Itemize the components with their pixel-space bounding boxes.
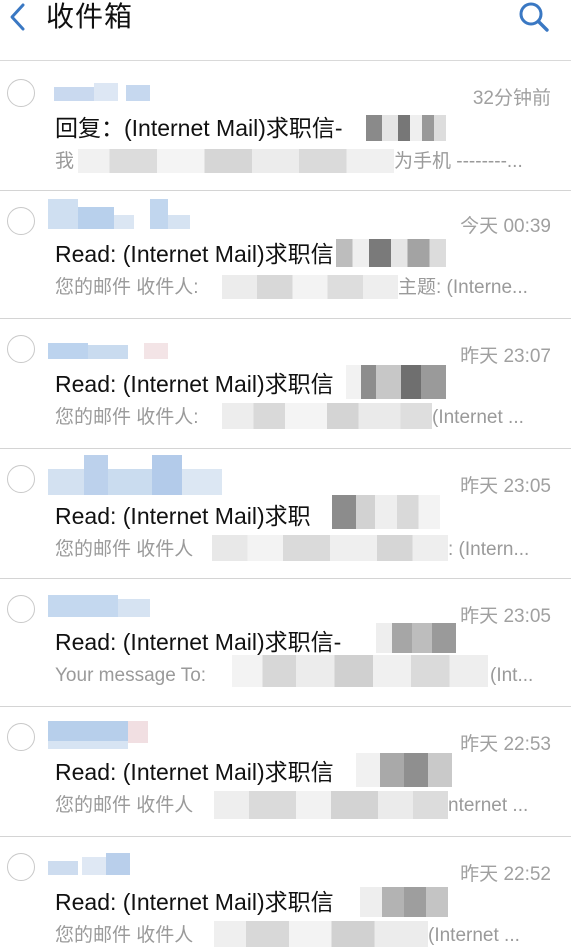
redaction-pixels — [360, 887, 448, 917]
email-time: 昨天 23:05 — [460, 606, 551, 627]
email-preview: 您的邮件 收件人 — [55, 539, 194, 560]
email-preview-tail: 主题: (Interne... — [398, 277, 528, 298]
redaction-pixels — [346, 365, 446, 399]
select-circle[interactable] — [7, 335, 35, 363]
redaction-pixels — [232, 655, 488, 687]
email-time: 昨天 23:07 — [460, 346, 551, 367]
email-subject: Read: (Internet Mail)求职信 — [55, 371, 334, 397]
redaction-pixels — [366, 115, 446, 141]
email-row[interactable]: 昨天 22:52 Read: (Internet Mail)求职信 您的邮件 收… — [0, 837, 571, 948]
email-time: 昨天 22:52 — [460, 864, 551, 885]
sender-name-redacted — [48, 595, 158, 621]
back-button[interactable] — [4, 0, 34, 36]
email-preview: 您的邮件 收件人: — [55, 277, 199, 298]
redaction-pixels — [222, 275, 398, 299]
select-circle[interactable] — [7, 465, 35, 493]
email-subject: Read: (Internet Mail)求职信- — [55, 629, 342, 655]
sender-name-redacted — [48, 853, 158, 877]
email-preview: Your message To: — [55, 665, 207, 686]
redaction-pixels — [356, 753, 452, 787]
search-button[interactable] — [517, 0, 551, 34]
chevron-left-icon — [10, 3, 25, 31]
select-circle[interactable] — [7, 79, 35, 107]
email-preview-tail: : (Intern... — [448, 539, 530, 560]
redaction-pixels — [336, 239, 446, 267]
email-time: 昨天 23:05 — [460, 476, 551, 497]
email-row[interactable]: 昨天 23:05 Read: (Internet Mail)求职 您的邮件 收件… — [0, 449, 571, 579]
sender-name-redacted — [48, 199, 198, 229]
select-circle[interactable] — [7, 853, 35, 881]
sender-name-redacted — [48, 721, 158, 751]
email-preview: 我 — [55, 151, 75, 172]
redaction-pixels — [376, 623, 456, 653]
email-subject: 回复：(Internet Mail)求职信- — [55, 115, 343, 141]
email-preview-tail: (Internet ... — [428, 925, 520, 946]
email-time: 昨天 22:53 — [460, 734, 551, 755]
email-row[interactable]: 昨天 23:05 Read: (Internet Mail)求职信- Your … — [0, 579, 571, 707]
email-preview: 您的邮件 收件人: — [55, 407, 199, 428]
email-preview-tail: (Internet ... — [432, 407, 524, 428]
sender-name-redacted — [48, 81, 158, 107]
sender-name-redacted — [48, 455, 248, 495]
email-subject: Read: (Internet Mail)求职信 — [55, 241, 334, 267]
email-time: 32分钟前 — [472, 88, 551, 109]
redaction-pixels — [78, 149, 394, 173]
redaction-pixels — [212, 535, 448, 561]
email-preview-tail: 为手机 --------... — [394, 151, 523, 172]
email-subject: Read: (Internet Mail)求职信 — [55, 759, 334, 785]
select-circle[interactable] — [7, 207, 35, 235]
email-preview-tail: nternet ... — [448, 795, 529, 816]
email-subject: Read: (Internet Mail)求职信 — [55, 889, 334, 915]
email-row[interactable]: 32分钟前 回复：(Internet Mail)求职信- 我 为手机 -----… — [0, 61, 571, 191]
navigation-bar: 收件箱 — [0, 0, 571, 61]
email-subject: Read: (Internet Mail)求职 — [55, 503, 311, 529]
search-icon — [519, 2, 549, 32]
sender-name-redacted — [48, 343, 188, 363]
email-time: 今天 00:39 — [460, 216, 551, 237]
page-title: 收件箱 — [46, 1, 134, 32]
email-row[interactable]: 昨天 22:53 Read: (Internet Mail)求职信 您的邮件 收… — [0, 707, 571, 837]
redaction-pixels — [222, 403, 432, 429]
redaction-pixels — [214, 791, 448, 819]
email-row[interactable]: 今天 00:39 Read: (Internet Mail)求职信 您的邮件 收… — [0, 191, 571, 319]
select-circle[interactable] — [7, 595, 35, 623]
select-circle[interactable] — [7, 723, 35, 751]
redaction-pixels — [332, 495, 440, 529]
email-preview-tail: (Int... — [490, 665, 534, 686]
email-row[interactable]: 昨天 23:07 Read: (Internet Mail)求职信 您的邮件 收… — [0, 319, 571, 449]
email-preview: 您的邮件 收件人 — [55, 795, 194, 816]
redaction-pixels — [214, 921, 428, 947]
email-preview: 您的邮件 收件人 — [55, 925, 194, 946]
